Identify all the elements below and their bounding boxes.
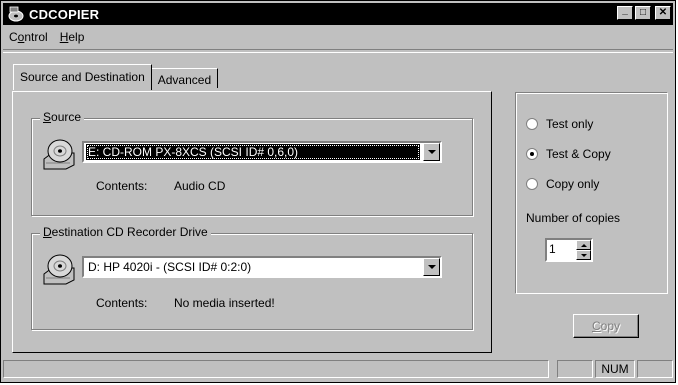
source-group: Source E: CD-ROM PX-8XCS (SCSI ID# 0,6,0… (31, 110, 473, 216)
title-bar: CDCOPIER _ □ ✕ (3, 3, 673, 25)
copies-spinner[interactable]: 1 (545, 238, 593, 262)
minimize-button[interactable]: _ (617, 6, 633, 20)
status-caps-pane (557, 360, 593, 378)
destination-legend-text: estination CD Recorder Drive (51, 225, 208, 239)
menu-control-prefix: C (9, 30, 18, 44)
source-dropdown-button[interactable] (423, 143, 440, 161)
menu-bar: Control Help (3, 27, 673, 47)
tab-panel: Source E: CD-ROM PX-8XCS (SCSI ID# 0,6,0… (12, 91, 492, 353)
status-bar: NUM (3, 358, 673, 380)
number-of-copies-label: Number of copies (526, 211, 621, 225)
destination-drive-value: D: HP 4020i - (SCSI ID# 0:2:0) (88, 260, 252, 274)
tab-advanced[interactable]: Advanced (150, 68, 219, 88)
spinner-up-button[interactable] (576, 240, 591, 250)
source-legend: Source (40, 110, 85, 124)
radio-copy-only[interactable]: Copy only (526, 177, 599, 191)
radio-test-and-copy-label: Test & Copy (546, 147, 611, 161)
maximize-button[interactable]: □ (635, 6, 651, 20)
copy-mode-panel: Test only Test & Copy Copy only Number o… (515, 92, 668, 294)
destination-contents-label: Contents: (96, 296, 148, 310)
radio-copy-only-label: Copy only (546, 177, 600, 191)
destination-legend-accel: D (43, 225, 52, 239)
source-contents-value: Audio CD (174, 179, 226, 193)
tab-source-destination[interactable]: Source and Destination (13, 64, 152, 90)
cd-drive-icon (43, 254, 75, 285)
radio-test-and-copy[interactable]: Test & Copy (526, 147, 611, 161)
radio-test-only[interactable]: Test only (526, 117, 593, 131)
radio-test-only-label: Test only (546, 117, 594, 131)
destination-drive-select[interactable]: D: HP 4020i - (SCSI ID# 0:2:0) (82, 256, 442, 278)
close-button[interactable]: ✕ (655, 6, 671, 20)
cd-app-icon (8, 6, 24, 22)
copy-button[interactable]: Copy (573, 314, 639, 338)
source-drive-value: E: CD-ROM PX-8XCS (SCSI ID# 0,6,0) (86, 144, 420, 160)
copy-button-label: opy (600, 319, 621, 333)
maximize-icon: □ (639, 7, 647, 18)
status-main-pane (3, 360, 549, 378)
dropdown-arrow-icon (427, 265, 436, 269)
source-contents-label: Contents: (96, 179, 148, 193)
minimize-icon: _ (622, 5, 628, 16)
menu-separator (3, 49, 673, 53)
window-title: CDCOPIER (29, 6, 100, 22)
menu-control[interactable]: Control (3, 30, 54, 44)
status-scroll-pane (637, 360, 673, 378)
radio-copy-only-button[interactable] (526, 178, 538, 190)
status-num-pane: NUM (595, 360, 635, 378)
close-icon: ✕ (658, 7, 668, 18)
tab-strip: Source and Destination Advanced (13, 64, 219, 91)
destination-group: Destination CD Recorder Drive D: HP 4020… (31, 225, 473, 330)
copies-value[interactable]: 1 (549, 242, 556, 256)
cd-drive-icon (43, 139, 75, 170)
source-legend-text: ource (51, 110, 82, 124)
destination-legend: Destination CD Recorder Drive (40, 225, 211, 239)
destination-contents-value: No media inserted! (174, 296, 275, 310)
destination-dropdown-button[interactable] (423, 258, 440, 276)
radio-test-only-button[interactable] (526, 118, 538, 130)
source-drive-select[interactable]: E: CD-ROM PX-8XCS (SCSI ID# 0,6,0) (82, 141, 442, 163)
copy-button-accel: C (591, 319, 601, 333)
menu-control-rest: ntrol (24, 30, 48, 44)
menu-help-rest: elp (68, 30, 85, 44)
spinner-down-icon (580, 253, 587, 257)
menu-help[interactable]: Help (54, 30, 91, 44)
spinner-up-icon (580, 243, 587, 247)
cdcopier-window: CDCOPIER _ □ ✕ Control Help Source and D… (0, 0, 676, 383)
radio-test-and-copy-button[interactable] (526, 148, 538, 160)
source-legend-accel: S (43, 110, 52, 124)
spinner-down-button[interactable] (576, 250, 591, 260)
dropdown-arrow-icon (427, 150, 436, 154)
